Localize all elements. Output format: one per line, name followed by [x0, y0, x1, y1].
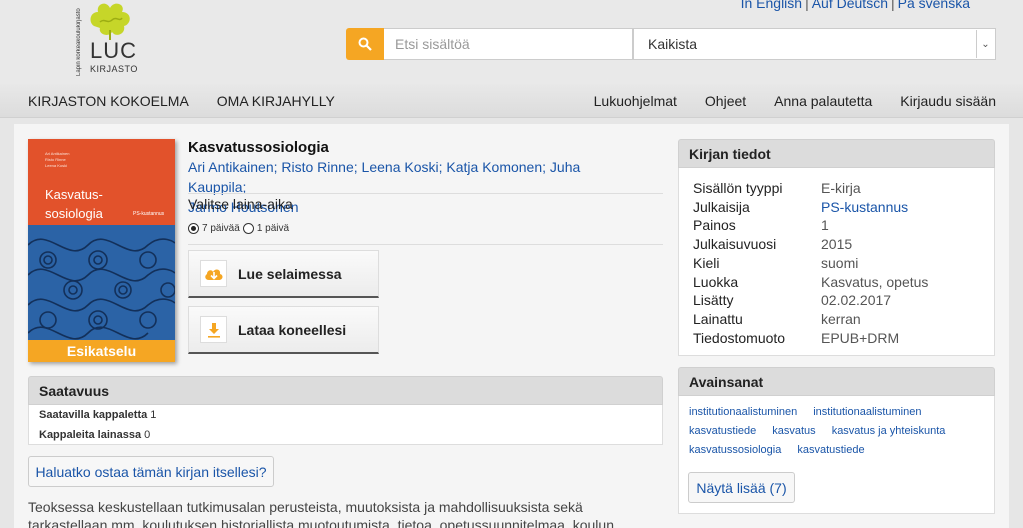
luc-logo[interactable]: Lapin korkeakoulukirjasto LUC KIRJASTO: [76, 0, 146, 80]
nav-item-feedback[interactable]: Anna palautetta: [774, 93, 872, 109]
availability-row: Kappaleita lainassa 0: [39, 429, 151, 441]
keywords-header: Avainsanat: [678, 367, 995, 396]
loan-7-days-radio[interactable]: [188, 223, 199, 234]
detail-row: Lisätty 02.02.2017: [693, 292, 892, 309]
search-icon: [358, 37, 372, 51]
cloud-read-icon: [200, 260, 227, 287]
detail-row: Julkaisija PS-kustannus: [693, 198, 909, 217]
keyword-link[interactable]: kasvatustiede: [797, 444, 864, 456]
nav-item-help[interactable]: Ohjeet: [705, 93, 746, 109]
leaf-logo-icon: [90, 3, 130, 40]
nav-item-login[interactable]: Kirjaudu sisään: [900, 93, 996, 109]
detail-row: Luokka Kasvatus, opetus: [693, 273, 929, 290]
cover-publisher: PS-kustannus: [133, 211, 165, 217]
lang-swedish-link[interactable]: På svenska: [898, 0, 970, 11]
show-more-keywords-button[interactable]: Näytä lisää (7): [688, 472, 795, 503]
book-title: Kasvatussosiologia: [188, 139, 329, 156]
buy-book-button[interactable]: Haluatko ostaa tämän kirjan itsellesi?: [28, 456, 274, 487]
header: In English | Auf Deutsch | På svenska Lapin …: [0, 0, 1023, 84]
detail-row: Painos 1: [693, 217, 829, 234]
detail-row: Lainattu kerran: [693, 310, 861, 327]
keyword-link[interactable]: kasvatussosiologia: [689, 444, 781, 456]
detail-row: Sisällön tyyppi E-kirja: [693, 180, 861, 196]
loan-1-day-radio[interactable]: [242, 223, 254, 234]
cover-pattern: [28, 225, 175, 340]
logo-subtitle: KIRJASTO: [90, 64, 138, 74]
details-panel: Sisällön tyyppi E-kirja Julkaisija PS-kust…: [678, 168, 995, 356]
download-icon: [200, 316, 227, 343]
book-cover[interactable]: Ari Antikainen Risto Rinne Leena Koski K…: [28, 139, 175, 362]
keyword-link[interactable]: institutionaalistuminen: [813, 406, 921, 418]
cover-title: Kasvatus- sosiologia: [45, 187, 103, 221]
search-scope-value: Kaikista: [648, 36, 698, 52]
preview-button[interactable]: Esikatselu: [28, 340, 175, 362]
read-in-browser-label: Lue selaimessa: [238, 265, 342, 282]
detail-row: Julkaisuvuosi 2015: [693, 236, 853, 253]
main-nav: KIRJASTON KOKOELMA OMA KIRJAHYLLY Lukuoh…: [0, 84, 1023, 118]
author-link[interactable]: Ari Antikainen: [188, 159, 274, 175]
download-button[interactable]: Lataa koneellesi: [188, 306, 379, 354]
nav-item-bookshelf[interactable]: OMA KIRJAHYLLY: [217, 93, 335, 109]
lang-english-link[interactable]: In English: [741, 0, 802, 11]
details-header: Kirjan tiedot: [678, 139, 995, 168]
chevron-down-icon: ⌄: [976, 30, 994, 58]
read-in-browser-button[interactable]: Lue selaimessa: [188, 250, 379, 298]
keyword-link[interactable]: institutionaalistuminen: [689, 406, 797, 418]
detail-row: Tiedostomuoto EPUB+DRM: [693, 329, 900, 346]
author-link[interactable]: Katja Komonen: [446, 159, 542, 175]
availability-panel: Saatavilla kappaletta 1 Kappaleita laina…: [28, 405, 663, 445]
lang-german-link[interactable]: Auf Deutsch: [812, 0, 888, 11]
logo-name: LUC: [90, 38, 138, 63]
detail-row: Kieli suomi: [693, 254, 859, 271]
divider: [188, 244, 663, 245]
book-description: Teoksessa keskustellaan tutkimusalan per…: [28, 499, 614, 528]
availability-row: Saatavilla kappaletta 1: [39, 409, 157, 421]
download-label: Lataa koneellesi: [238, 321, 347, 338]
author-link[interactable]: Leena Koski: [362, 159, 439, 175]
publisher-link[interactable]: PS-kustannus: [821, 198, 908, 217]
loan-period-label: Valitse laina-aika: [188, 196, 293, 212]
search-scope-select[interactable]: Kaikista ⌄: [633, 28, 996, 60]
keyword-link[interactable]: kasvatus ja yhteiskunta: [832, 425, 946, 437]
search-button[interactable]: [346, 28, 384, 60]
search-input[interactable]: [384, 28, 633, 60]
language-links: In English | Auf Deutsch | På svenska: [741, 0, 970, 11]
logo-vertical-text: Lapin korkeakoulukirjasto: [76, 8, 82, 76]
nav-item-reading-apps[interactable]: Lukuohjelmat: [594, 93, 677, 109]
keyword-link[interactable]: kasvatustiede: [689, 425, 756, 437]
nav-item-collection[interactable]: KIRJASTON KOKOELMA: [28, 93, 189, 109]
loan-period-options: 7 päivää 1 päivä: [188, 223, 289, 234]
loan-1-day-label: 1 päivä: [256, 223, 290, 234]
keyword-link[interactable]: kasvatus: [772, 425, 815, 437]
author-link[interactable]: Risto Rinne: [281, 159, 353, 175]
loan-7-days-label: 7 päivää: [202, 223, 240, 234]
divider: [188, 193, 663, 194]
availability-header: Saatavuus: [28, 376, 663, 405]
cover-authors: Ari Antikainen Risto Rinne Leena Koski: [45, 151, 70, 168]
